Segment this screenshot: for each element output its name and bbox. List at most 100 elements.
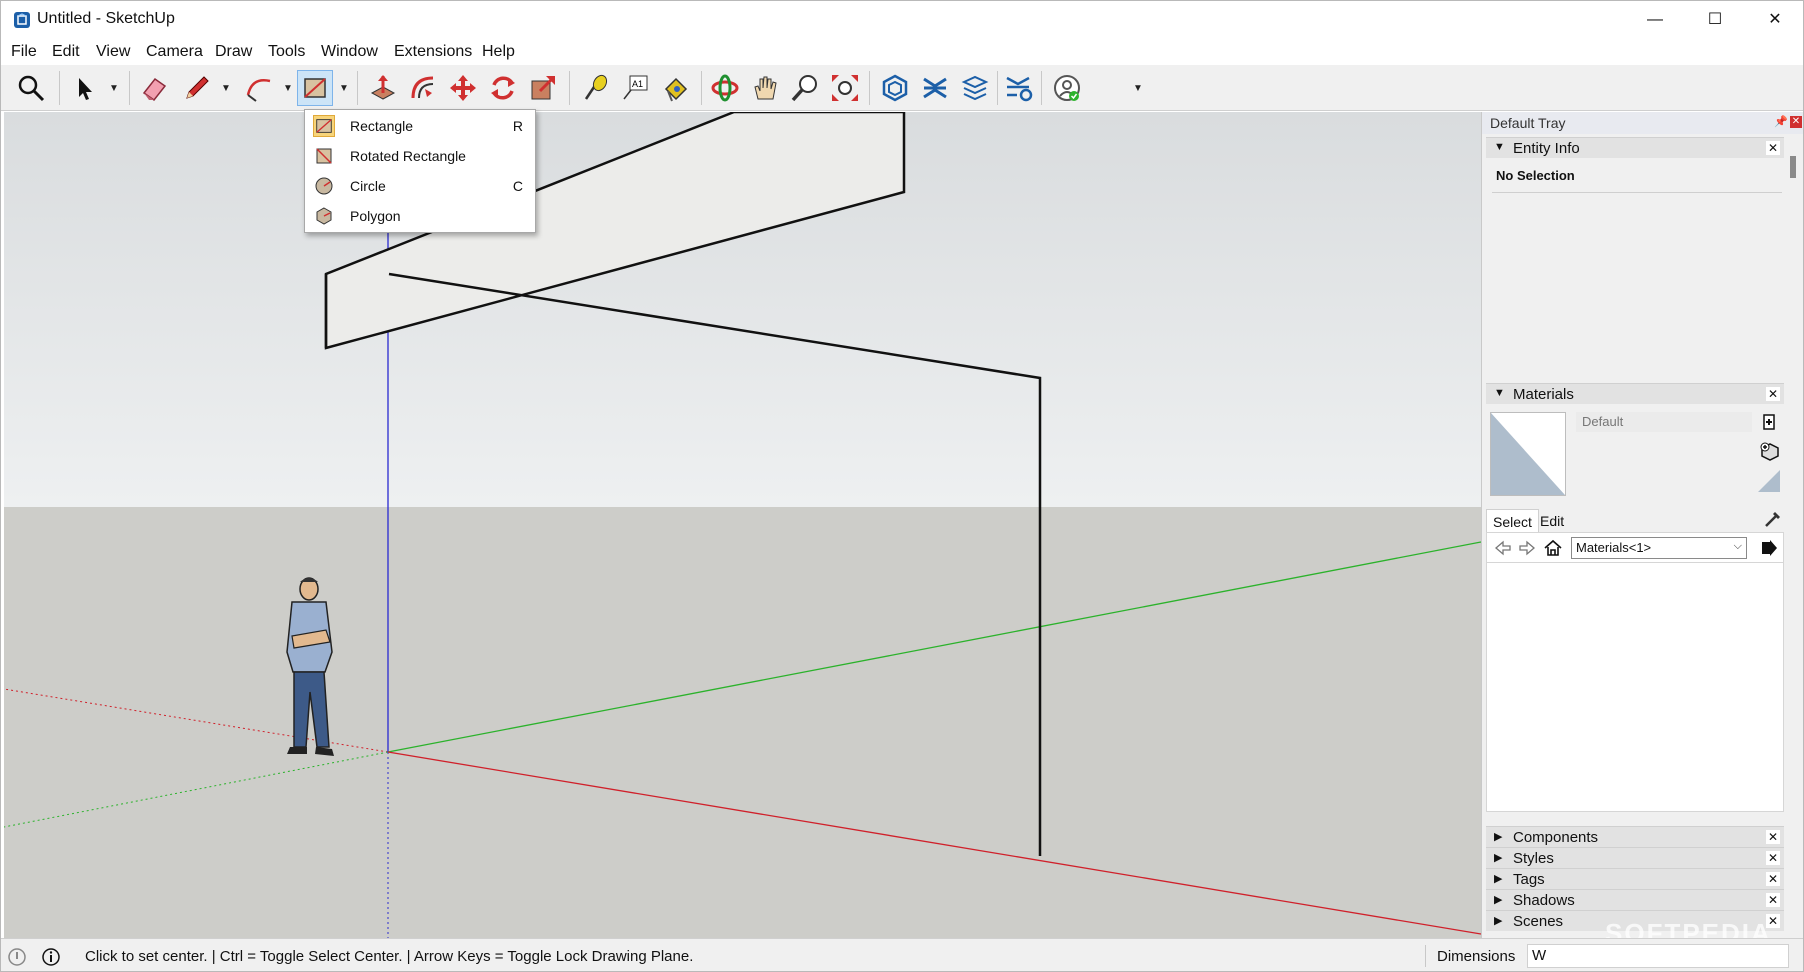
rectangle-shortcut: R <box>512 118 523 134</box>
eraser-icon[interactable] <box>136 70 172 106</box>
account-icon[interactable] <box>1049 70 1085 106</box>
pencil-icon[interactable] <box>179 70 215 106</box>
shadows-header[interactable]: ▶ Shadows ✕ <box>1486 889 1784 910</box>
search-icon[interactable] <box>13 70 49 106</box>
offset-icon[interactable] <box>405 70 441 106</box>
create-material-icon[interactable] <box>1758 411 1780 433</box>
tab-edit[interactable]: Edit <box>1534 509 1570 533</box>
tags-header[interactable]: ▶ Tags ✕ <box>1486 868 1784 889</box>
window-title: Untitled - SketchUp <box>37 10 175 27</box>
menu-item-rotated-rectangle[interactable]: Rotated Rectangle <box>307 142 533 170</box>
panel-close-icon[interactable]: ✕ <box>1766 830 1780 844</box>
panel-close-icon[interactable]: ✕ <box>1766 141 1780 155</box>
forward-arrow-icon[interactable] <box>1517 538 1537 558</box>
minimize-button[interactable]: — <box>1625 1 1685 39</box>
rectangle-icon[interactable] <box>297 70 333 106</box>
menu-camera[interactable]: Camera <box>146 43 203 61</box>
collection-value: Materials<1> <box>1576 540 1652 555</box>
ground <box>4 507 1481 938</box>
select-icon[interactable] <box>67 70 103 106</box>
materials-tabs: Select Edit <box>1486 507 1784 534</box>
menu-window[interactable]: Window <box>321 43 378 61</box>
sketchup-logo-icon <box>14 12 30 28</box>
arc-icon[interactable] <box>241 70 277 106</box>
tape-measure-icon[interactable] <box>577 70 613 106</box>
divider <box>1492 192 1782 193</box>
details-arrow-icon[interactable] <box>1759 538 1779 558</box>
panel-close-icon[interactable]: ✕ <box>1766 893 1780 907</box>
expand-triangle-icon: ▶ <box>1494 852 1503 864</box>
menu-view[interactable]: View <box>96 43 130 61</box>
tray-close-icon[interactable]: ✕ <box>1790 116 1802 128</box>
warehouse-icon[interactable] <box>877 70 913 106</box>
tags-label: Tags <box>1513 871 1545 888</box>
move-icon[interactable] <box>445 70 481 106</box>
drawing-viewport[interactable] <box>4 112 1481 938</box>
dimensions-label: Dimensions <box>1437 948 1516 965</box>
arc-dropdown-icon[interactable]: ▼ <box>281 70 295 106</box>
materials-collection-select[interactable]: Materials<1> ⌵ <box>1571 537 1747 559</box>
home-icon[interactable] <box>1543 538 1563 558</box>
eyedropper-icon[interactable] <box>1762 508 1784 530</box>
material-library-icon[interactable] <box>1758 440 1780 462</box>
menu-help[interactable]: Help <box>482 43 515 61</box>
entity-info-body: No Selection <box>1486 158 1784 392</box>
menu-tools[interactable]: Tools <box>268 43 305 61</box>
maximize-button[interactable]: ☐ <box>1685 1 1745 39</box>
default-tray: Default Tray 📌 ✕ ▼ Entity Info ✕ No Sele… <box>1481 112 1803 938</box>
tray-header: Default Tray 📌 ✕ <box>1482 112 1803 134</box>
rectangle-dropdown-icon[interactable]: ▼ <box>337 70 351 106</box>
zoom-icon[interactable] <box>787 70 823 106</box>
menu-item-rectangle[interactable]: Rectangle R <box>307 112 533 140</box>
menu-file[interactable]: File <box>11 43 37 61</box>
menu-edit[interactable]: Edit <box>52 43 80 61</box>
pin-icon[interactable]: 📌 <box>1774 115 1788 128</box>
tab-select[interactable]: Select <box>1486 509 1539 534</box>
back-arrow-icon[interactable] <box>1493 538 1513 558</box>
menu-item-polygon[interactable]: Polygon <box>307 202 533 230</box>
dimensions-input[interactable]: W <box>1527 944 1789 968</box>
tray-scrollbar[interactable] <box>1790 156 1796 178</box>
geo-location-icon[interactable] <box>7 947 27 967</box>
materials-header[interactable]: ▼ Materials ✕ <box>1486 383 1784 404</box>
zoom-extents-icon[interactable] <box>827 70 863 106</box>
push-pull-icon[interactable] <box>365 70 401 106</box>
entity-info-header[interactable]: ▼ Entity Info ✕ <box>1486 137 1784 158</box>
layout-icon[interactable] <box>957 70 993 106</box>
shadows-label: Shadows <box>1513 892 1575 909</box>
menu-item-circle[interactable]: Circle C <box>307 172 533 200</box>
expand-triangle-icon: ▶ <box>1494 894 1503 906</box>
pencil-dropdown-icon[interactable]: ▼ <box>219 70 233 106</box>
info-icon[interactable] <box>41 947 61 967</box>
menu-draw[interactable]: Draw <box>215 43 252 61</box>
default-material-swatch-icon[interactable] <box>1758 470 1780 492</box>
select-dropdown-icon[interactable]: ▼ <box>107 70 121 106</box>
material-preview[interactable] <box>1490 412 1566 496</box>
materials-list[interactable] <box>1486 562 1784 812</box>
polygon-label: Polygon <box>350 208 401 224</box>
material-name-field[interactable]: Default <box>1576 412 1752 432</box>
text-icon[interactable]: A1 <box>617 70 653 106</box>
polygon-icon <box>316 207 332 225</box>
menu-extensions[interactable]: Extensions <box>394 43 472 61</box>
rotate-icon[interactable] <box>485 70 521 106</box>
account-dropdown-icon[interactable]: ▼ <box>1131 70 1145 106</box>
extension-manager-icon[interactable] <box>1001 70 1037 106</box>
panel-close-icon[interactable]: ✕ <box>1766 387 1780 401</box>
styles-header[interactable]: ▶ Styles ✕ <box>1486 847 1784 868</box>
close-button[interactable]: ✕ <box>1745 1 1803 39</box>
pan-icon[interactable] <box>747 70 783 106</box>
status-bar: Click to set center. | Ctrl = Toggle Sel… <box>1 938 1803 971</box>
paint-bucket-icon[interactable] <box>657 70 693 106</box>
panel-close-icon[interactable]: ✕ <box>1766 872 1780 886</box>
scale-icon[interactable] <box>525 70 561 106</box>
rectangle-icon <box>313 115 335 137</box>
styles-label: Styles <box>1513 850 1554 867</box>
collapse-triangle-icon: ▼ <box>1494 387 1505 399</box>
circle-icon <box>315 177 333 195</box>
components-header[interactable]: ▶ Components ✕ <box>1486 826 1784 847</box>
rectangle-label: Rectangle <box>350 118 414 134</box>
extension-warehouse-icon[interactable] <box>917 70 953 106</box>
panel-close-icon[interactable]: ✕ <box>1766 851 1780 865</box>
orbit-icon[interactable] <box>707 70 743 106</box>
